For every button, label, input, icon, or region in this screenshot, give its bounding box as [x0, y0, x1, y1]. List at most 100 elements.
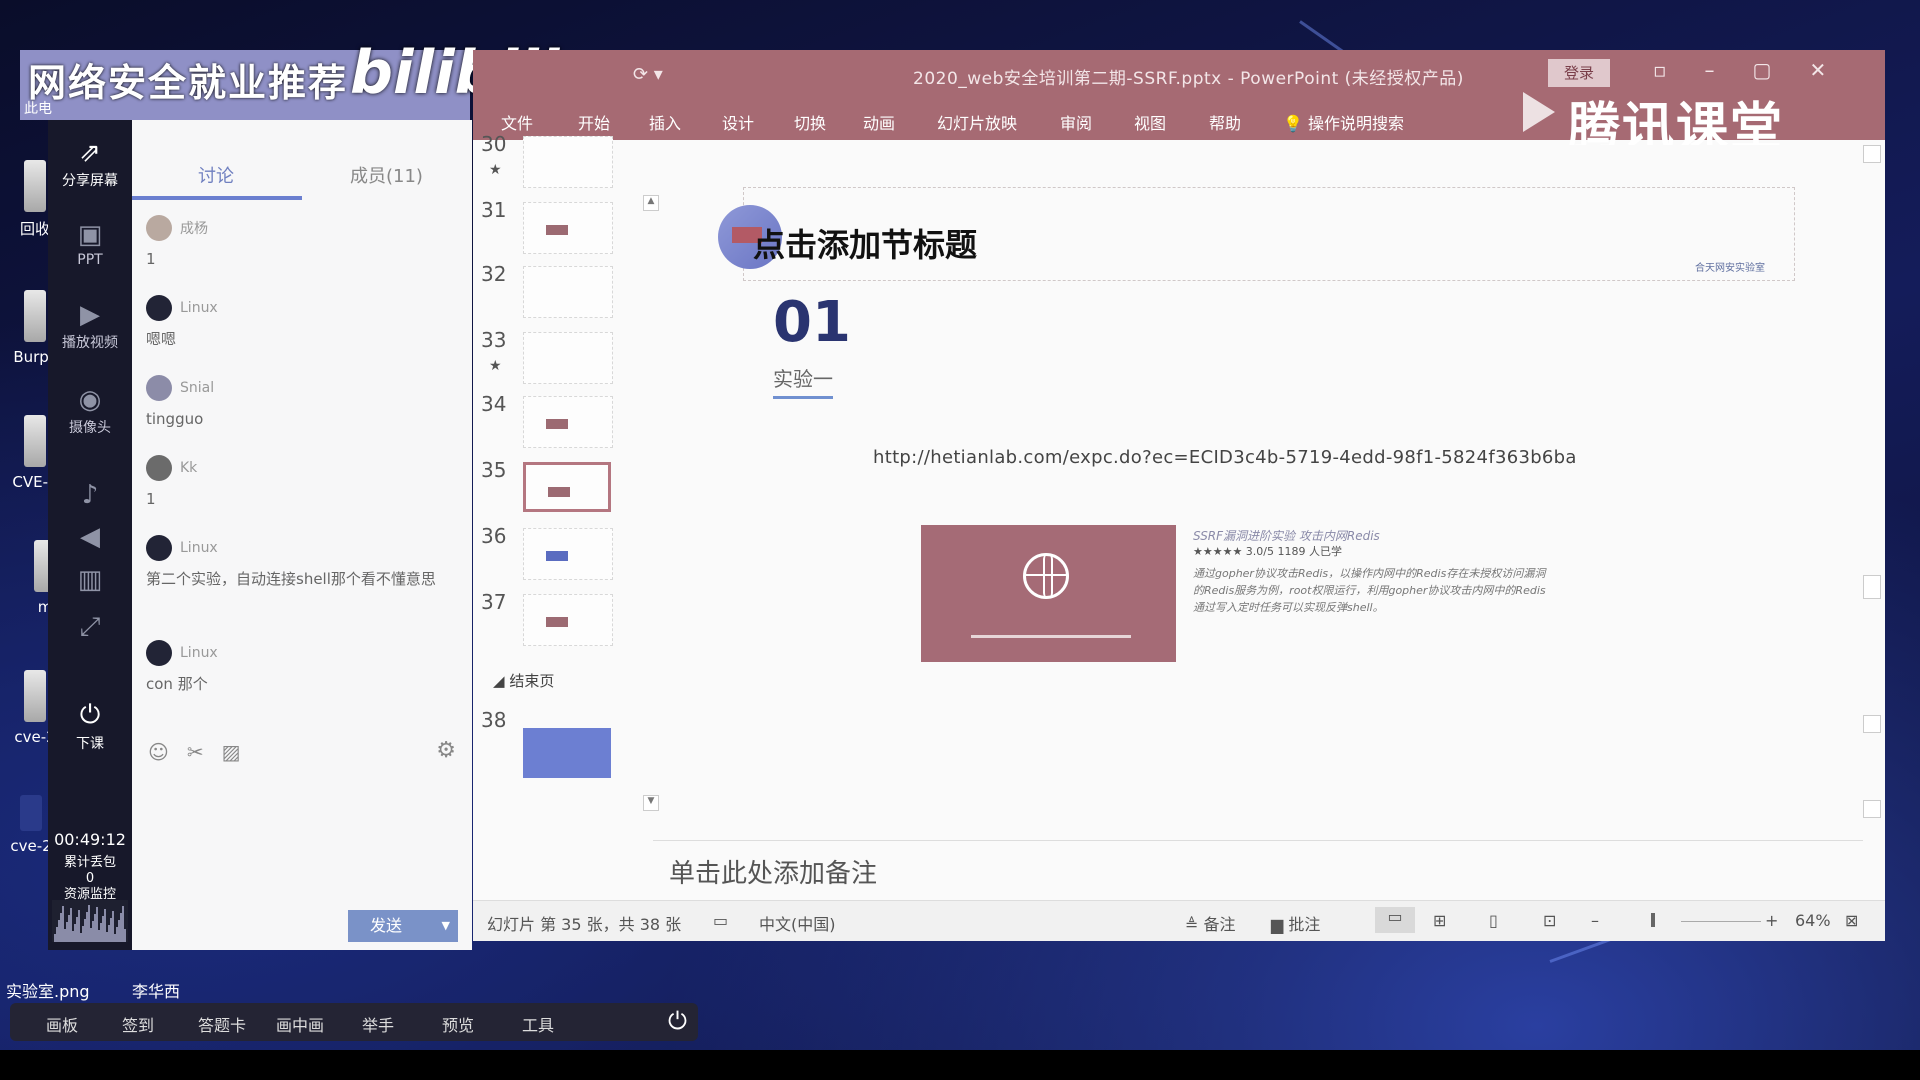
sender-name: 成杨: [180, 221, 208, 237]
speaker-button[interactable]: ◀: [48, 522, 132, 554]
prev-slide-icon[interactable]: [1863, 715, 1881, 733]
card-desc-line: 通过gopher协议攻击Redis，以操作内网中的Redis存在未授权访问漏洞: [1193, 567, 1546, 580]
desktop-file-name[interactable]: 李华西: [132, 978, 180, 1002]
slide-thumbnail[interactable]: [523, 728, 611, 778]
dock-item[interactable]: 画中画: [276, 1012, 324, 1036]
course-card-image[interactable]: [921, 525, 1176, 662]
menu-item[interactable]: 插入: [649, 110, 681, 134]
card-desc-line: 的Redis服务为例，root权限运行，利用gopher协议攻击内网中的Redi…: [1193, 584, 1546, 597]
monitor-bar: [124, 929, 126, 942]
dock-item[interactable]: 举手: [362, 1012, 394, 1036]
zoom-slider-thumb[interactable]: [1651, 913, 1655, 927]
login-button[interactable]: 登录: [1548, 59, 1610, 87]
slide-thumbnail[interactable]: [523, 332, 613, 384]
slide-counter: 幻灯片 第 35 张，共 38 张: [487, 915, 682, 934]
avatar[interactable]: [146, 375, 172, 401]
dock-item[interactable]: 预览: [442, 1012, 474, 1036]
scroll-down-icon[interactable]: ▼: [643, 795, 659, 811]
tab-discussion[interactable]: 讨论: [198, 162, 234, 188]
section-subtitle: 实验一: [773, 363, 833, 399]
menu-item[interactable]: 审阅: [1060, 110, 1092, 134]
menu-item[interactable]: 视图: [1134, 110, 1166, 134]
message-text: con 那个: [146, 675, 208, 693]
microphone-button[interactable]: ♪: [48, 480, 132, 512]
chevron-down-icon[interactable]: ▼: [442, 910, 450, 942]
scissors-icon[interactable]: ✂: [187, 740, 204, 764]
search-tell-me[interactable]: 💡 操作说明搜索: [1283, 110, 1404, 134]
notes-placeholder[interactable]: 单击此处添加备注: [669, 853, 877, 890]
camera-button[interactable]: ◉ 摄像头: [48, 385, 132, 437]
language-indicator[interactable]: 中文(中国): [759, 911, 836, 935]
dock-item[interactable]: 画板: [46, 1012, 78, 1036]
notes-toggle[interactable]: ≜ 备注: [1185, 911, 1236, 935]
slide-thumbnail[interactable]: [523, 266, 613, 318]
dock-item[interactable]: 工具: [522, 1012, 554, 1036]
fullscreen-button[interactable]: ⤢: [48, 612, 132, 645]
avatar[interactable]: [146, 535, 172, 561]
lab-url[interactable]: http://hetianlab.com/expc.do?ec=ECID3c4b…: [873, 447, 1577, 468]
slide-canvas[interactable]: 点击添加节标题 合天网安实验室 01 实验一 http://hetianlab.…: [673, 145, 1855, 835]
settings-gear-icon[interactable]: ⚙: [436, 738, 456, 763]
slide-number: 30: [481, 132, 507, 156]
menu-item[interactable]: 幻灯片放映: [937, 110, 1017, 134]
menu-item[interactable]: 切换: [794, 110, 826, 134]
share-screen-button[interactable]: ⇗ 分享屏幕: [48, 138, 132, 190]
spellcheck-icon[interactable]: ▭: [713, 911, 728, 930]
thumbnail-scrollbar[interactable]: ▲ ▼: [643, 195, 659, 815]
menu-item[interactable]: 动画: [863, 110, 895, 134]
fit-slide-icon[interactable]: ⊠: [1845, 911, 1858, 930]
slide-scrollbar[interactable]: [1863, 145, 1881, 835]
menu-item[interactable]: 设计: [722, 110, 754, 134]
slide-thumbnail[interactable]: [523, 202, 613, 254]
send-button[interactable]: 发送 ▼: [348, 910, 458, 942]
avatar[interactable]: [146, 295, 172, 321]
quick-access-icon[interactable]: ⟳ ▾: [633, 64, 663, 85]
scroll-thumb[interactable]: [1863, 575, 1881, 599]
zoom-slider-track[interactable]: [1681, 921, 1761, 922]
packet-loss-stat: 累计丢包 0 资源监控: [63, 855, 116, 902]
menu-item[interactable]: 文件: [501, 110, 533, 134]
avatar[interactable]: [146, 215, 172, 241]
thumbnail-graphic: [546, 551, 568, 561]
slide-thumbnail[interactable]: [523, 462, 611, 512]
zoom-out-icon[interactable]: –: [1591, 911, 1599, 930]
slide-thumbnail[interactable]: [523, 594, 613, 646]
avatar[interactable]: [146, 640, 172, 666]
emoji-icon[interactable]: ☺: [148, 740, 169, 764]
scroll-up-icon[interactable]: ▲: [643, 195, 659, 211]
avatar[interactable]: [146, 455, 172, 481]
menu-item[interactable]: 帮助: [1209, 110, 1241, 134]
equalizer-button[interactable]: ▥: [48, 565, 132, 597]
section-title[interactable]: 点击添加节标题: [753, 220, 977, 266]
reading-view-icon[interactable]: ▯: [1489, 911, 1498, 930]
section-end-page[interactable]: ◢ 结束页: [493, 670, 554, 691]
slideshow-icon[interactable]: ⊡: [1543, 911, 1556, 930]
play-video-button[interactable]: ▶ 播放视频: [48, 300, 132, 352]
comments-toggle[interactable]: ▆ 批注: [1271, 911, 1320, 935]
collapse-triangle-icon[interactable]: ◢: [493, 672, 509, 690]
tab-members[interactable]: 成员(11): [350, 162, 423, 188]
dock-item[interactable]: 答题卡: [198, 1012, 246, 1036]
scroll-down-icon[interactable]: [1863, 800, 1881, 818]
dock-item[interactable]: 签到: [122, 1012, 154, 1036]
class-timer: 00:49:12: [54, 830, 126, 849]
power-icon[interactable]: ⏻: [668, 1007, 687, 1035]
slide-thumbnail[interactable]: [523, 396, 613, 448]
zoom-in-icon[interactable]: +: [1765, 911, 1778, 930]
slide-thumbnail[interactable]: [523, 136, 613, 188]
ppt-button[interactable]: ▣ PPT: [48, 220, 132, 268]
zoom-level[interactable]: 64%: [1795, 911, 1831, 930]
image-icon[interactable]: ▨: [222, 740, 241, 764]
message-text: 1: [146, 250, 156, 268]
window-controls[interactable]: ▫–▢✕: [1653, 58, 1864, 82]
end-class-button[interactable]: ⏻ 下课: [48, 700, 132, 753]
slide-sorter-icon[interactable]: ⊞: [1433, 911, 1446, 930]
menu-item[interactable]: 开始: [578, 110, 610, 134]
normal-view-icon[interactable]: ▭: [1375, 907, 1415, 933]
notes-pane[interactable]: 单击此处添加备注: [653, 840, 1863, 901]
scroll-up-icon[interactable]: [1863, 145, 1881, 163]
slide-thumbnail[interactable]: [523, 528, 613, 580]
end-class-icon: ⏻: [79, 700, 101, 730]
desktop-file-png[interactable]: 实验室.png: [6, 978, 90, 1002]
slide-number: 32: [481, 262, 507, 286]
